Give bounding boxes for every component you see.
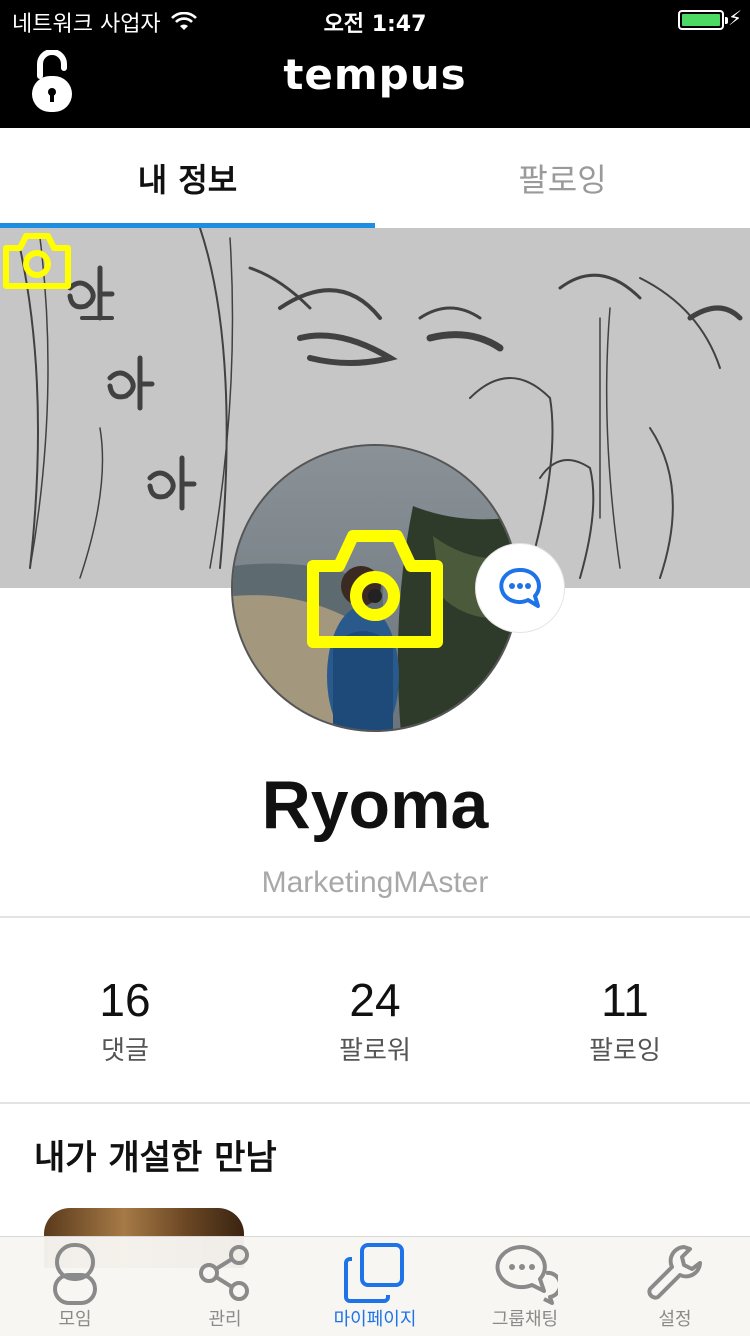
tabbar-label: 관리 xyxy=(208,1309,242,1330)
status-bar: 네트워크 사업자 오전 1:47 ⚡ xyxy=(0,0,750,40)
share-icon xyxy=(199,1245,249,1301)
stat-following-label: 팔로잉 xyxy=(589,1036,661,1066)
tab-following[interactable]: 팔로잉 xyxy=(375,128,750,228)
tabbar-item-settings[interactable]: 설정 xyxy=(600,1237,750,1336)
stat-comments-value: 16 xyxy=(99,974,151,1026)
avatar-camera-icon[interactable] xyxy=(307,526,443,650)
tabbar-item-group-chat[interactable]: 그룹채팅 xyxy=(450,1237,600,1336)
tabbar-label: 그룹채팅 xyxy=(491,1309,559,1330)
profile-stats: 16 댓글 24 팔로워 11 팔로잉 xyxy=(0,974,750,1067)
stat-following[interactable]: 11 팔로잉 xyxy=(500,974,750,1067)
divider xyxy=(0,1102,750,1104)
battery-icon xyxy=(678,10,728,30)
top-bar: 네트워크 사업자 오전 1:47 ⚡ tempus xyxy=(0,0,750,128)
tab-my-info-label: 내 정보 xyxy=(137,161,238,199)
bottom-tab-bar: 모임 관리 마이페이지 그룹채팅 설정 xyxy=(0,1236,750,1336)
segment-tabs: 내 정보 팔로잉 xyxy=(0,128,750,228)
status-time: 오전 1:47 xyxy=(323,12,427,37)
tabbar-item-meetings[interactable]: 모임 xyxy=(0,1237,150,1336)
pages-icon xyxy=(344,1243,404,1303)
cover-camera-icon[interactable] xyxy=(0,228,74,292)
tab-my-info[interactable]: 내 정보 xyxy=(0,128,375,228)
charging-icon: ⚡ xyxy=(727,6,742,30)
profile-name: Ryoma xyxy=(261,767,489,843)
divider xyxy=(0,916,750,918)
tabbar-item-mypage[interactable]: 마이페이지 xyxy=(300,1237,450,1336)
stat-following-value: 11 xyxy=(601,974,649,1026)
section-title: 내가 개설한 만남 xyxy=(34,1138,277,1178)
wrench-icon xyxy=(647,1245,702,1300)
tabbar-label: 마이페이지 xyxy=(333,1309,417,1330)
chat-bubbles-icon xyxy=(495,1244,558,1305)
stat-comments[interactable]: 16 댓글 xyxy=(0,974,250,1067)
stat-followers[interactable]: 24 팔로워 xyxy=(250,974,500,1067)
tabbar-item-manage[interactable]: 관리 xyxy=(150,1237,300,1336)
stat-followers-label: 팔로워 xyxy=(339,1036,411,1066)
person-icon xyxy=(53,1243,97,1305)
tabbar-label: 모임 xyxy=(58,1309,92,1330)
tab-following-label: 팔로잉 xyxy=(518,161,607,199)
message-button[interactable] xyxy=(476,544,564,632)
stat-followers-value: 24 xyxy=(349,974,401,1026)
app-title: tempus xyxy=(283,50,467,99)
chat-bubble-icon xyxy=(499,567,541,608)
profile-subtitle: MarketingMAster xyxy=(261,866,489,899)
stat-comments-label: 댓글 xyxy=(101,1036,149,1066)
tabbar-label: 설정 xyxy=(658,1309,692,1330)
